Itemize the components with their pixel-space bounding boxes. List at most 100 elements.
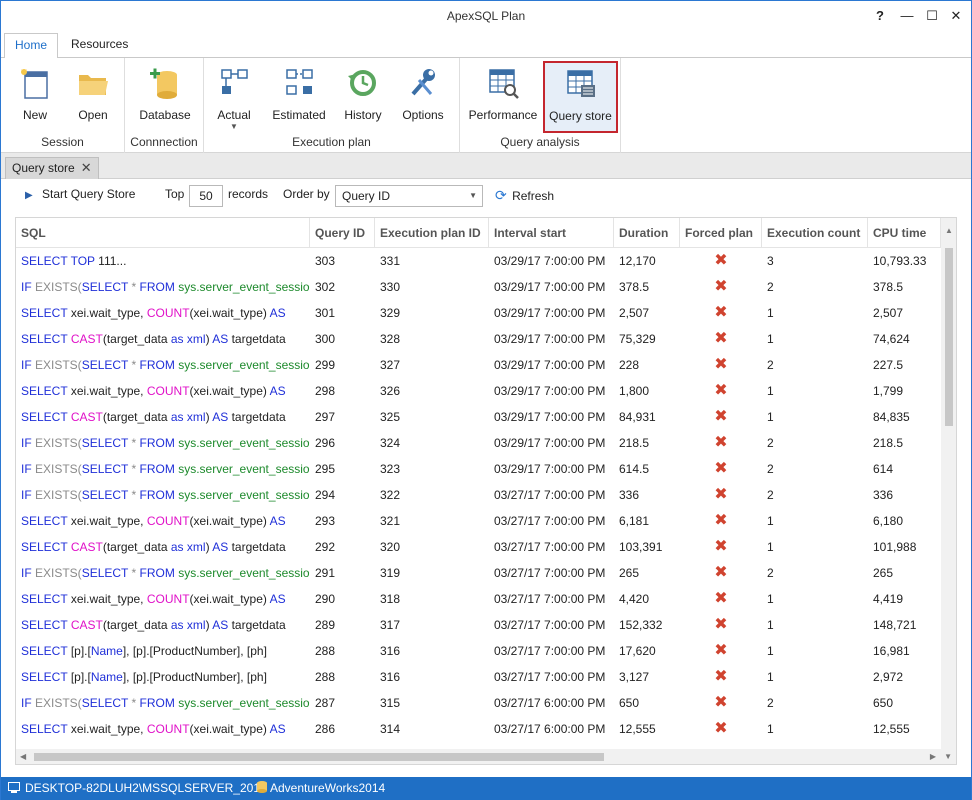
sql-token: CAST bbox=[70, 410, 103, 424]
column-header[interactable]: CPU time bbox=[868, 218, 941, 248]
table-row[interactable]: SELECT [p].[Name], [p].[ProductNumber], … bbox=[16, 664, 941, 690]
sql-token: SELECT bbox=[81, 436, 132, 450]
sql-token: SELECT bbox=[21, 384, 71, 398]
cpu-time-cell: 148,721 bbox=[873, 618, 917, 632]
table-row[interactable]: IF EXISTS(SELECT * FROM sys.server_event… bbox=[16, 430, 941, 456]
cpu-time-cell: 84,835 bbox=[873, 410, 910, 424]
forced-plan-cell: ✖ bbox=[680, 482, 762, 508]
sql-token: EXISTS( bbox=[35, 462, 82, 476]
tab-resources[interactable]: Resources bbox=[61, 33, 138, 59]
table-row[interactable]: SELECT TOP 111... 303 331 03/29/17 7:00:00 … bbox=[16, 248, 941, 274]
duration-cell: 12,555 bbox=[619, 722, 656, 736]
table-row[interactable]: SELECT CAST(target_data as xml) AS targe… bbox=[16, 612, 941, 638]
actual-dropdown-arrow-icon[interactable]: ▼ bbox=[212, 122, 256, 131]
table-row[interactable]: IF EXISTS(SELECT * FROM sys.server_event… bbox=[16, 274, 941, 300]
actual-button[interactable]: Actual ▼ bbox=[212, 62, 256, 134]
sql-cell: SELECT xei.wait_type, COUNT(xei.wait_typ… bbox=[16, 508, 310, 534]
table-row[interactable]: IF EXISTS(SELECT * FROM sys.server_event… bbox=[16, 482, 941, 508]
not-forced-x-icon: ✖ bbox=[714, 330, 728, 347]
table-row[interactable]: IF EXISTS(SELECT * FROM sys.server_event… bbox=[16, 352, 941, 378]
sql-cell: SELECT CAST(target_data as xml) AS targe… bbox=[16, 534, 310, 560]
new-button[interactable]: New bbox=[11, 62, 59, 134]
close-button[interactable]: ✕ bbox=[943, 6, 969, 26]
sql-token: AS bbox=[269, 384, 286, 398]
scroll-down-icon[interactable]: ▼ bbox=[944, 752, 952, 761]
refresh-button[interactable]: ⟳ Refresh bbox=[495, 187, 554, 204]
table-row[interactable]: SELECT CAST(target_data as xml) AS targe… bbox=[16, 534, 941, 560]
sql-token: sys.server_event_sessions bbox=[178, 462, 310, 476]
sql-token: EXISTS( bbox=[35, 566, 82, 580]
table-row[interactable]: IF EXISTS(SELECT * FROM sys.server_event… bbox=[16, 560, 941, 586]
sql-cell: IF EXISTS(SELECT * FROM sys.server_event… bbox=[16, 690, 310, 716]
sql-token: IF bbox=[21, 358, 35, 372]
table-row[interactable]: IF EXISTS(SELECT * FROM sys.server_event… bbox=[16, 690, 941, 716]
query-id-cell: 292 bbox=[315, 540, 336, 554]
interval-start-cell: 03/29/17 7:00:00 PM bbox=[494, 436, 606, 450]
help-button[interactable]: ? bbox=[867, 6, 893, 26]
cpu-time-cell: 12,555 bbox=[873, 722, 910, 736]
sql-token: xei.wait_type, bbox=[70, 722, 147, 736]
performance-button[interactable]: Performance bbox=[466, 62, 540, 134]
top-records-input[interactable]: 50 bbox=[189, 185, 223, 207]
maximize-button[interactable]: ☐ bbox=[919, 6, 945, 26]
sql-cell: IF EXISTS(SELECT * FROM sys.server_event… bbox=[16, 274, 310, 300]
sql-token: CAST bbox=[70, 540, 103, 554]
estimated-button[interactable]: Estimated bbox=[268, 62, 330, 134]
table-row[interactable]: SELECT [p].[Name], [p].[ProductNumber], … bbox=[16, 638, 941, 664]
scroll-right-icon[interactable]: ▶ bbox=[930, 752, 936, 761]
sql-token: Name bbox=[90, 670, 123, 684]
execution-count-cell: 1 bbox=[767, 592, 774, 606]
table-row[interactable]: SELECT xei.wait_type, COUNT(xei.wait_typ… bbox=[16, 716, 941, 742]
table-row[interactable]: SELECT CAST(target_data as xml) AS targe… bbox=[16, 326, 941, 352]
sql-token: FROM bbox=[139, 488, 179, 502]
column-header[interactable]: Execution plan ID bbox=[375, 218, 489, 248]
order-by-select[interactable]: Query ID ▼ bbox=[335, 185, 483, 207]
sql-token: SELECT bbox=[21, 592, 71, 606]
query-store-button[interactable]: Query store bbox=[543, 61, 618, 133]
forced-plan-cell: ✖ bbox=[680, 534, 762, 560]
tab-query-store[interactable]: Query store ✕ bbox=[5, 157, 99, 179]
sql-token: Name bbox=[90, 644, 123, 658]
table-row[interactable]: SELECT xei.wait_type, COUNT(xei.wait_typ… bbox=[16, 300, 941, 326]
table-row[interactable]: SELECT xei.wait_type, COUNT(xei.wait_typ… bbox=[16, 508, 941, 534]
sql-token: SELECT bbox=[81, 566, 132, 580]
table-row[interactable]: SELECT xei.wait_type, COUNT(xei.wait_typ… bbox=[16, 378, 941, 404]
open-button[interactable]: Open bbox=[69, 62, 117, 134]
scroll-left-icon[interactable]: ◀ bbox=[20, 752, 26, 761]
column-header[interactable]: Query ID bbox=[310, 218, 375, 248]
table-row[interactable]: SELECT CAST(target_data as xml) AS targe… bbox=[16, 404, 941, 430]
interval-start-cell: 03/29/17 7:00:00 PM bbox=[494, 254, 606, 268]
sql-cell: IF EXISTS(SELECT * FROM sys.server_event… bbox=[16, 430, 310, 456]
database-status-icon bbox=[256, 777, 268, 800]
query-id-cell: 289 bbox=[315, 618, 336, 632]
column-header[interactable]: Duration bbox=[614, 218, 680, 248]
query-analysis-group-label: Query analysis bbox=[500, 135, 580, 149]
start-query-store-button[interactable]: ▶ Start Query Store bbox=[25, 187, 135, 201]
history-button[interactable]: History bbox=[338, 62, 388, 134]
tab-home[interactable]: Home bbox=[4, 33, 59, 59]
column-header[interactable]: Forced plan bbox=[680, 218, 762, 248]
vertical-scrollbar[interactable]: ▲ bbox=[941, 218, 956, 750]
not-forced-x-icon: ✖ bbox=[714, 408, 728, 425]
sql-token: FROM bbox=[139, 696, 179, 710]
horizontal-scroll-thumb[interactable] bbox=[34, 753, 604, 761]
plan-id-cell: 326 bbox=[380, 384, 401, 398]
sql-cell: SELECT [p].[Name], [p].[ProductNumber], … bbox=[16, 664, 310, 690]
horizontal-scrollbar[interactable]: ◀ ▶ ▼ bbox=[16, 749, 956, 764]
column-header[interactable]: Execution count bbox=[762, 218, 868, 248]
sql-token: (xei.wait_type) bbox=[189, 384, 270, 398]
table-row[interactable]: SELECT xei.wait_type, COUNT(xei.wait_typ… bbox=[16, 586, 941, 612]
query-store-label: Query store bbox=[549, 109, 612, 123]
scroll-up-icon[interactable]: ▲ bbox=[945, 226, 953, 235]
options-button[interactable]: Options bbox=[396, 62, 450, 134]
ribbon-group-execution-plan: Actual ▼ Estimated History Options Execu… bbox=[204, 58, 460, 153]
minimize-button[interactable]: — bbox=[894, 6, 920, 26]
sql-cell: SELECT xei.wait_type, COUNT(xei.wait_typ… bbox=[16, 378, 310, 404]
database-button[interactable]: Database bbox=[135, 62, 195, 134]
vertical-scroll-thumb[interactable] bbox=[945, 248, 953, 426]
table-row[interactable]: IF EXISTS(SELECT * FROM sys.server_event… bbox=[16, 456, 941, 482]
column-header[interactable]: Interval start bbox=[489, 218, 614, 248]
close-tab-icon[interactable]: ✕ bbox=[81, 160, 92, 175]
document-tabs: Query store ✕ bbox=[1, 153, 971, 179]
column-header[interactable]: SQL bbox=[16, 218, 310, 248]
